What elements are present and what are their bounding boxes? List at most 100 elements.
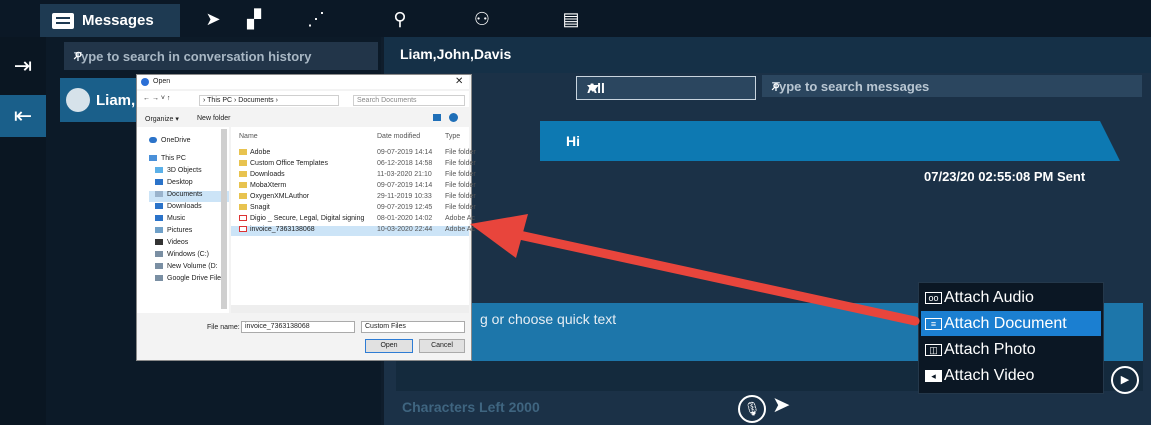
nav-item-desktop[interactable]: Desktop <box>155 179 193 190</box>
nav-item-pictures[interactable]: Pictures <box>155 227 192 238</box>
message-filter-select[interactable]: All <box>576 76 756 100</box>
conversation-search-input[interactable]: Type to search in conversation history ⌕ <box>64 42 378 70</box>
nav-label: Windows (C:) <box>167 251 210 258</box>
file-name-input[interactable]: invoice_7363138068 <box>241 321 355 333</box>
attach-photo-item[interactable]: ◫ Attach Photo <box>921 337 1101 362</box>
navigation-pane: OneDrive This PC 3D Objects Desktop Docu… <box>137 127 229 313</box>
microphone-icon[interactable]: 🎙 <box>738 395 766 423</box>
file-row[interactable]: Adobe 09-07-2019 14:14 File folder <box>231 149 476 159</box>
nav-item-videos[interactable]: Videos <box>155 239 188 250</box>
folder-icon <box>239 193 247 200</box>
nav-label: Desktop <box>167 179 193 186</box>
send-button[interactable]: ▶ <box>1111 366 1139 394</box>
chevron-down-icon <box>587 85 599 92</box>
file-date: 09-07-2019 14:14 <box>377 182 433 189</box>
nav-label: This PC <box>161 155 186 162</box>
file-type: File folder <box>445 160 476 167</box>
download-icon <box>155 203 163 210</box>
nav-item-music[interactable]: Music <box>155 215 185 226</box>
nav-item-google-drive[interactable]: Google Drive File <box>155 275 221 286</box>
file-list: Name Date modified Type Adobe 09-07-2019 … <box>231 127 476 313</box>
logout-icon[interactable]: ⇤ <box>0 95 46 137</box>
nav-item-onedrive[interactable]: OneDrive <box>149 137 191 148</box>
file-list-header: Name Date modified Type <box>231 133 469 143</box>
attach-video-label: Attach Video <box>944 366 1035 384</box>
file-type: File folder <box>445 193 476 200</box>
attach-menu: oo Attach Audio ≡ Attach Document ◫ Atta… <box>918 282 1104 394</box>
file-row[interactable]: OxygenXMLAuthor 29-11-2019 10:33 File fold… <box>231 193 476 203</box>
preview-pane-icon[interactable] <box>433 114 441 121</box>
folder-icon <box>239 204 247 211</box>
dialog-search-input[interactable]: Search Documents <box>353 95 465 106</box>
place-icon[interactable]: ⚲ <box>384 6 416 32</box>
file-type-select[interactable]: Custom Files <box>361 321 465 333</box>
file-row[interactable]: Digio _ Secure, Legal, Digital signing 08… <box>231 215 475 225</box>
column-type[interactable]: Type <box>445 133 460 140</box>
nav-item-this-pc[interactable]: This PC <box>149 155 186 166</box>
message-text: Hi <box>566 133 580 149</box>
folder-icon <box>239 149 247 156</box>
nav-label: Documents <box>167 191 203 198</box>
attach-audio-label: Attach Audio <box>944 288 1034 306</box>
avatar <box>66 88 90 112</box>
nav-item-windows-c[interactable]: Windows (C:) <box>155 251 209 262</box>
file-row[interactable]: Downloads 11-03-2020 21:10 File folder <box>231 171 476 181</box>
group-icon[interactable]: ⚇ <box>466 6 498 32</box>
new-folder-button[interactable]: New folder <box>197 115 230 122</box>
nav-item-downloads[interactable]: Downloads <box>155 203 202 214</box>
file-type: Adobe Ac <box>445 215 475 222</box>
column-date[interactable]: Date modified <box>377 133 420 140</box>
nav-label: New Volume (D: <box>167 263 218 270</box>
back-icon[interactable]: ← → ˅ ↑ <box>143 95 170 102</box>
folder-icon <box>239 171 247 178</box>
breadcrumb[interactable]: › This PC › Documents › <box>199 95 339 106</box>
pdf-icon <box>239 215 247 222</box>
nav-label: Pictures <box>167 227 193 234</box>
search-icon[interactable]: ⌕ <box>772 77 1136 94</box>
media-icon[interactable]: ▤ <box>555 6 587 32</box>
route-icon[interactable]: ⋰ <box>300 6 332 32</box>
nav-item-3d-objects[interactable]: 3D Objects <box>155 167 202 178</box>
attach-video-item[interactable]: ◂ Attach Video <box>921 363 1101 388</box>
file-row[interactable]: MobaXterm 09-07-2019 14:14 File folder <box>231 182 476 192</box>
documents-icon <box>155 191 163 198</box>
nav-label: 3D Objects <box>167 167 202 174</box>
cube-icon <box>155 167 163 174</box>
composer-placeholder: g or choose quick text <box>480 311 617 327</box>
drive-icon <box>155 263 163 270</box>
nav-scrollbar[interactable] <box>221 129 227 309</box>
nav-item-documents[interactable]: Documents <box>149 191 229 202</box>
videos-icon <box>155 239 163 246</box>
file-name: Downloads <box>250 171 285 178</box>
attach-audio-item[interactable]: oo Attach Audio <box>921 285 1101 310</box>
file-row-selected[interactable]: invoice_7363138068 10-03-2020 22:44 Adobe … <box>231 226 475 236</box>
open-button[interactable]: Open <box>365 339 413 353</box>
send-icon[interactable]: ➤ <box>772 392 790 418</box>
search-icon[interactable]: ⌕ <box>74 46 370 64</box>
help-icon[interactable] <box>449 113 458 122</box>
pictures-icon <box>155 227 163 234</box>
nav-label: OneDrive <box>161 137 191 144</box>
message-search-input[interactable]: Type to search messages ⌕ <box>762 75 1142 97</box>
photo-icon: ◫ <box>925 343 942 356</box>
file-list-scrollbar[interactable] <box>231 305 469 313</box>
file-date: 11-03-2020 21:10 <box>377 171 432 178</box>
dialog-titlebar <box>137 75 469 89</box>
nav-item-new-volume[interactable]: New Volume (D: <box>155 263 218 274</box>
location-nav-icon[interactable]: ▞ <box>238 6 270 32</box>
pdf-icon <box>239 226 247 233</box>
column-name[interactable]: Name <box>239 133 258 140</box>
login-icon[interactable]: ⇥ <box>0 45 46 87</box>
organize-button[interactable]: Organize ▾ <box>145 115 179 123</box>
tab-messages-label: Messages <box>82 12 154 29</box>
chat-title: Liam,John,Davis <box>400 46 512 62</box>
close-icon[interactable]: ✕ <box>455 76 463 87</box>
cloud-icon <box>149 137 157 144</box>
attach-document-item[interactable]: ≡ Attach Document <box>921 311 1101 336</box>
file-row[interactable]: Snagit 09-07-2019 12:45 File folder <box>231 204 476 214</box>
file-row[interactable]: Custom Office Templates 06-12-2018 14:58 F… <box>231 160 476 170</box>
send-nav-icon[interactable]: ➤ <box>197 6 229 32</box>
characters-left: Characters Left 2000 <box>402 399 540 415</box>
tab-messages[interactable]: Messages <box>40 4 180 37</box>
cancel-button[interactable]: Cancel <box>419 339 465 353</box>
